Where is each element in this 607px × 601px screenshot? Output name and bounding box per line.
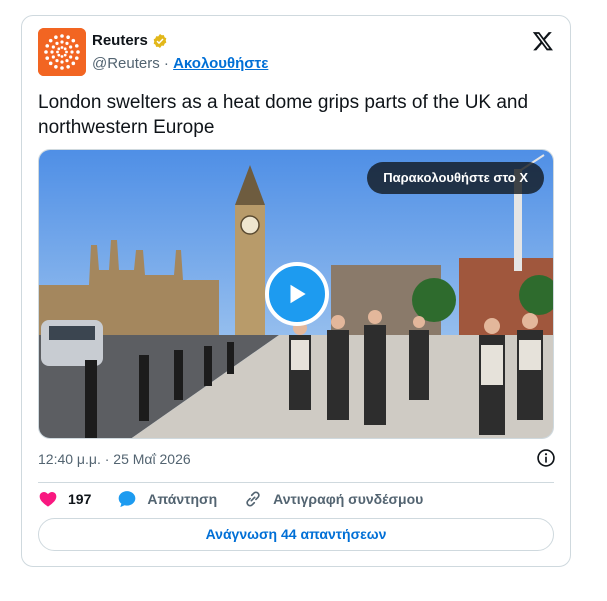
- reply-button[interactable]: Απάντηση: [117, 489, 217, 509]
- video-thumbnail[interactable]: Παρακολουθήστε στο X: [38, 149, 554, 439]
- separator-dot: ·: [163, 55, 169, 72]
- reuters-logo-icon[interactable]: [38, 28, 86, 76]
- like-count: 197: [68, 491, 92, 507]
- author-name[interactable]: Reuters: [92, 32, 148, 49]
- heart-icon: [39, 492, 57, 507]
- play-icon: [290, 284, 306, 304]
- author-handle[interactable]: @Reuters: [92, 55, 160, 72]
- play-button[interactable]: [265, 262, 329, 326]
- reply-bubble-icon: [119, 491, 136, 508]
- x-logo-icon[interactable]: [532, 30, 554, 52]
- tweet-timestamp[interactable]: 12:40 μ.μ. · 25 Μαΐ 2026: [38, 451, 191, 467]
- reply-label: Απάντηση: [147, 491, 218, 507]
- watch-on-x-button[interactable]: Παρακολουθήστε στο X: [367, 162, 544, 194]
- verified-badge-icon: [153, 33, 167, 48]
- read-replies-button[interactable]: Ανάγνωση 44 απαντήσεων: [38, 518, 554, 551]
- action-bar: 197 Απάντηση Αντιγραφή συνδέσμου: [38, 488, 449, 510]
- author-name-row: Reuters: [92, 32, 168, 49]
- tweet-embed-card: Reuters @Reuters · Ακολουθήστε London sw…: [21, 15, 571, 567]
- info-icon[interactable]: [536, 448, 556, 468]
- author-handle-row: @Reuters · Ακολουθήστε: [92, 55, 268, 72]
- copy-link-label: Αντιγραφή συνδέσμου: [273, 491, 424, 507]
- link-icon: [246, 491, 260, 507]
- like-button[interactable]: 197: [38, 489, 91, 509]
- copy-link-button[interactable]: Αντιγραφή συνδέσμου: [243, 489, 423, 509]
- follow-link[interactable]: Ακολουθήστε: [173, 55, 268, 72]
- divider: [38, 482, 554, 483]
- tweet-text: London swelters as a heat dome grips par…: [38, 92, 529, 138]
